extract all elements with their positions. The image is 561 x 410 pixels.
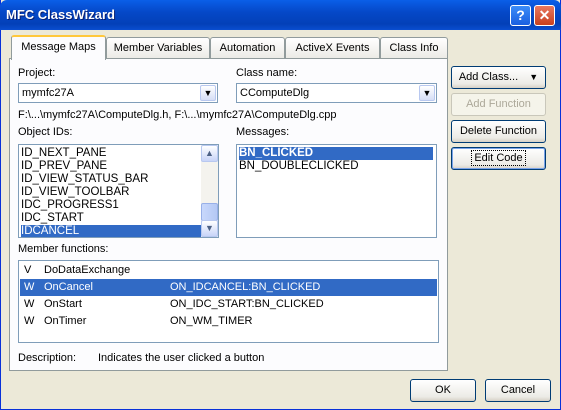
function-type: W — [24, 281, 35, 293]
scroll-down-icon[interactable]: ▼ — [201, 220, 218, 237]
function-handler: ON_IDCANCEL:BN_CLICKED — [170, 281, 321, 293]
vertical-scrollbar[interactable]: ▲ ▼ — [201, 145, 218, 237]
member-functions-list[interactable]: V DoDataExchange W OnCancel ON_IDCANCEL:… — [18, 260, 439, 343]
table-row[interactable]: W OnStart ON_IDC_START:BN_CLICKED — [20, 296, 437, 313]
table-row-selected[interactable]: W OnCancel ON_IDCANCEL:BN_CLICKED — [20, 279, 437, 296]
member-functions-label: Member functions: — [18, 243, 109, 255]
list-item[interactable]: ID_NEXT_PANE — [21, 147, 106, 160]
scroll-thumb[interactable] — [201, 203, 218, 221]
function-name: DoDataExchange — [44, 264, 131, 276]
tab-label: Message Maps — [21, 41, 96, 53]
chevron-down-icon[interactable]: ▼ — [419, 85, 435, 101]
function-name: OnStart — [44, 298, 82, 310]
cancel-button[interactable]: Cancel — [485, 379, 551, 402]
tab-member-variables[interactable]: Member Variables — [106, 37, 210, 58]
close-button[interactable]: ✕ — [534, 5, 555, 26]
close-icon: ✕ — [538, 7, 551, 23]
class-name-value: CComputeDlg — [240, 87, 310, 99]
tab-label: Member Variables — [113, 42, 203, 54]
object-ids-label: Object IDs: — [18, 126, 73, 138]
scroll-up-icon[interactable]: ▲ — [201, 145, 218, 162]
project-combo[interactable]: mymfc27A ▼ — [18, 83, 218, 103]
question-mark-icon: ? — [516, 7, 525, 23]
function-handler: ON_WM_TIMER — [170, 315, 253, 327]
tab-message-maps[interactable]: Message Maps — [11, 35, 106, 60]
title-bar[interactable]: MFC ClassWizard ? ✕ — [0, 0, 561, 30]
function-name: OnCancel — [44, 281, 93, 293]
tab-automation[interactable]: Automation — [210, 37, 285, 58]
description-text: Indicates the user clicked a button — [98, 352, 265, 364]
messages-list[interactable]: BN_CLICKED BN_DOUBLECLICKED — [236, 144, 437, 238]
class-name-label: Class name: — [236, 67, 298, 79]
list-item-selected[interactable]: IDCANCEL — [21, 225, 201, 237]
tab-label: ActiveX Events — [295, 42, 370, 54]
table-row[interactable]: V DoDataExchange — [20, 262, 437, 279]
object-ids-list[interactable]: ID_NEXT_PANE ID_PREV_PANE ID_VIEW_STATUS… — [18, 144, 219, 238]
tab-label: Automation — [219, 42, 276, 54]
project-value: mymfc27A — [22, 87, 74, 99]
function-handler: ON_IDC_START:BN_CLICKED — [170, 298, 324, 310]
list-item[interactable]: BN_DOUBLECLICKED — [239, 160, 359, 173]
description-label: Description: — [18, 352, 77, 364]
add-function-button[interactable]: Add Function — [451, 93, 546, 116]
ok-button[interactable]: OK — [410, 379, 476, 402]
list-item[interactable]: IDC_START — [21, 212, 84, 225]
add-class-label: Add Class... — [458, 71, 519, 83]
table-row[interactable]: W OnTimer ON_WM_TIMER — [20, 313, 437, 330]
file-path: F:\...\mymfc27A\ComputeDlg.h, F:\...\mym… — [18, 109, 337, 121]
project-label: Project: — [18, 67, 56, 79]
delete-function-button[interactable]: Delete Function — [451, 120, 546, 143]
edit-code-button[interactable]: Edit Code — [451, 147, 546, 170]
edit-code-label: Edit Code — [471, 150, 526, 166]
tab-label: Class Info — [389, 42, 439, 54]
add-class-button[interactable]: Add Class... ▼ — [451, 66, 546, 89]
list-item[interactable]: ID_VIEW_TOOLBAR — [21, 186, 129, 199]
dropdown-arrow-icon: ▼ — [529, 72, 539, 82]
list-item[interactable]: IDC_PROGRESS1 — [21, 199, 119, 212]
classwizard-dialog: MFC ClassWizard ? ✕ Message Maps Member … — [0, 0, 561, 410]
function-type: V — [24, 264, 32, 276]
tab-class-info[interactable]: Class Info — [380, 37, 448, 58]
list-item-selected[interactable]: BN_CLICKED — [239, 147, 433, 160]
help-button[interactable]: ? — [510, 5, 531, 26]
window-title: MFC ClassWizard — [6, 7, 115, 22]
list-item[interactable]: ID_VIEW_STATUS_BAR — [21, 173, 148, 186]
class-name-combo[interactable]: CComputeDlg ▼ — [236, 83, 437, 103]
tab-activex-events[interactable]: ActiveX Events — [285, 37, 380, 58]
chevron-down-icon[interactable]: ▼ — [200, 85, 216, 101]
function-type: W — [24, 298, 35, 310]
function-name: OnTimer — [44, 315, 87, 327]
function-type: W — [24, 315, 35, 327]
list-item[interactable]: ID_PREV_PANE — [21, 160, 107, 173]
messages-label: Messages: — [236, 126, 290, 138]
